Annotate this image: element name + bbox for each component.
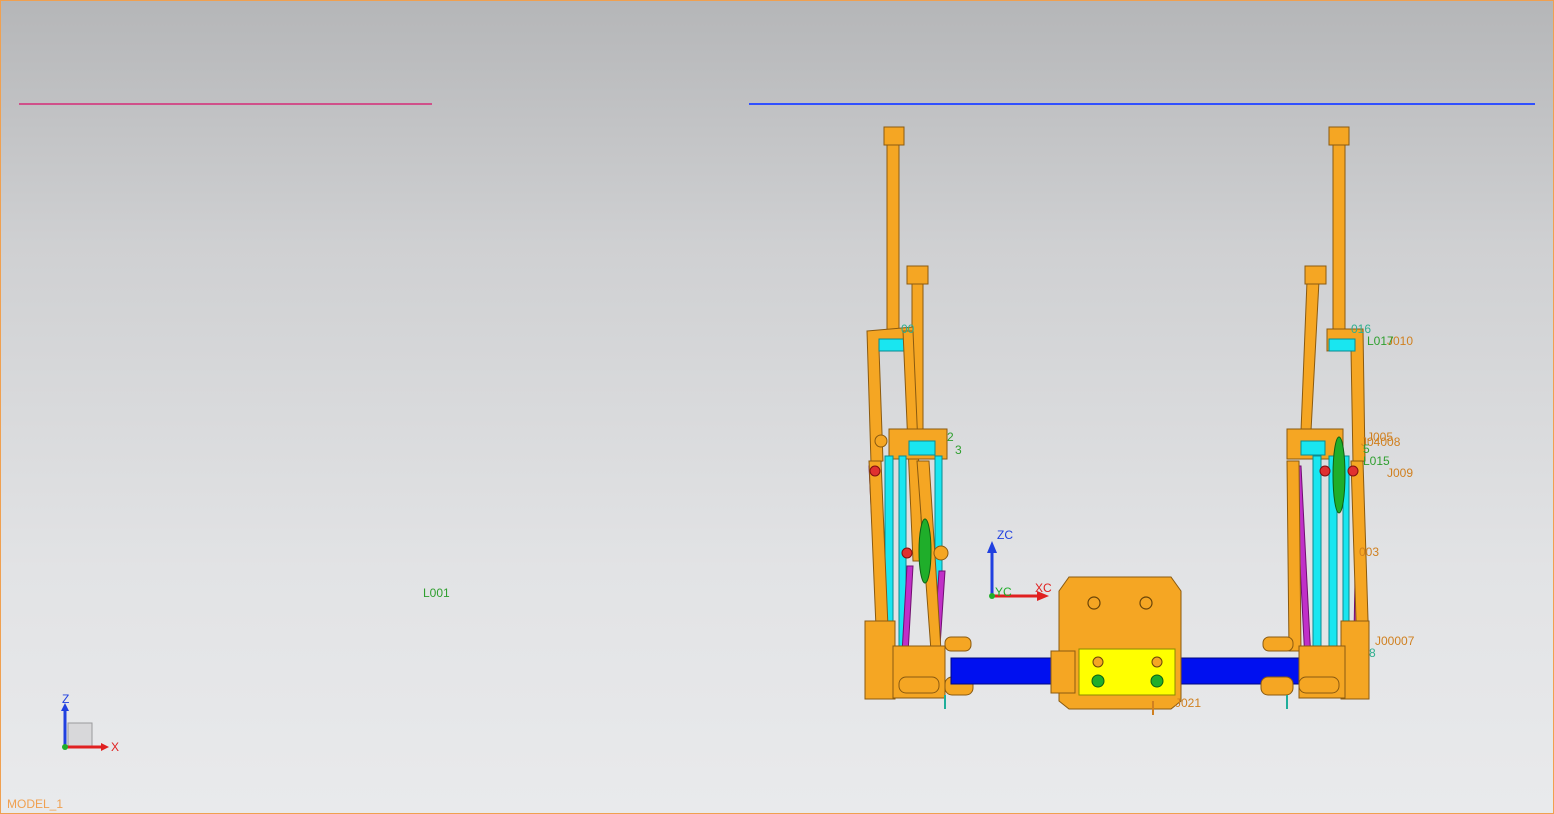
main-triad[interactable]: Z X [61,692,119,754]
label-j003[interactable]: 003 [1359,545,1379,559]
left-mid-cyan[interactable] [908,440,936,456]
label-left-top[interactable]: 00 [901,322,915,336]
label-j021[interactable]: J021 [1175,696,1201,710]
left-red-pin-1[interactable] [869,465,881,477]
wcs-z-arrow [987,541,997,553]
graphics-window[interactable]: ZC YC XC Z X L001 J021 J010 L017 016 J00… [0,0,1554,814]
hub-green-bolt-1[interactable] [1091,674,1105,688]
left-upper-cyan-pin[interactable] [878,338,906,352]
right-upper-cyan-pin[interactable] [1328,338,1356,352]
left-mid-pin[interactable] [874,434,888,448]
triad-plane-square [67,722,93,748]
left-rod-1-cap[interactable] [883,126,905,146]
hub-green-bolt-2[interactable] [1150,674,1164,688]
label-j016[interactable]: 016 [1351,322,1371,336]
wcs-xc-label: XC [1035,581,1052,595]
label-l017[interactable]: L017 [1367,334,1394,348]
wcs-triad[interactable]: ZC YC XC [987,528,1052,601]
right-side-plate-1[interactable] [1286,460,1302,652]
right-green-disk[interactable] [1332,436,1346,514]
right-mid-cyan[interactable] [1300,440,1326,456]
hub-orange-bolt-1[interactable] [1092,656,1104,668]
axle-bar-left[interactable] [950,657,1062,685]
wcs-yc-label: YC [995,585,1012,599]
left-foot-pin-top[interactable] [944,636,972,652]
hub-side-left[interactable] [1050,650,1076,694]
label-j007[interactable]: J00007 [1375,634,1415,648]
label-right-8[interactable]: 8 [1369,646,1376,660]
label-right-5[interactable]: 5 [1363,442,1370,456]
triad-origin [62,744,68,750]
triad-z-label: Z [62,692,69,706]
model-scene[interactable]: ZC YC XC Z X L001 J021 J010 L017 016 J00… [1,1,1553,813]
label-l001[interactable]: L001 [423,586,450,600]
right-leg-assembly[interactable] [1260,126,1370,709]
left-rod-2-cap[interactable] [906,265,929,285]
right-rod-2[interactable] [1300,280,1320,432]
right-rod-2-cap[interactable] [1304,265,1327,285]
label-l015[interactable]: L015 [1363,454,1390,468]
right-rod-1-cap[interactable] [1328,126,1350,146]
hub-orange-bolt-2[interactable] [1151,656,1163,668]
triad-x-arrow [101,743,109,751]
left-red-pin-2[interactable] [901,547,913,559]
right-foot-roller[interactable] [1298,676,1340,694]
left-leg-assembly[interactable] [864,126,974,709]
left-foot[interactable] [864,620,896,700]
right-cyan-link-1[interactable] [1312,455,1322,657]
left-orange-pin[interactable] [933,545,949,561]
triad-x-label: X [111,740,119,754]
label-left-mid2[interactable]: 3 [955,443,962,457]
right-rod-1[interactable] [1332,140,1346,337]
hub-yellow-block[interactable] [1078,648,1176,696]
right-foot-pin-bottom[interactable] [1260,676,1294,696]
left-rod-1[interactable] [886,140,900,337]
left-green-disk[interactable] [918,518,932,584]
wcs-zc-label: ZC [997,528,1013,542]
right-foot-pin-top[interactable] [1262,636,1294,652]
label-left-mid1[interactable]: 2 [947,430,954,444]
right-red-pin-1[interactable] [1319,465,1331,477]
left-foot-roller[interactable] [898,676,940,694]
right-red-pin-2[interactable] [1347,465,1359,477]
label-j009[interactable]: J009 [1387,466,1413,480]
model-name-label: MODEL_1 [7,797,64,811]
